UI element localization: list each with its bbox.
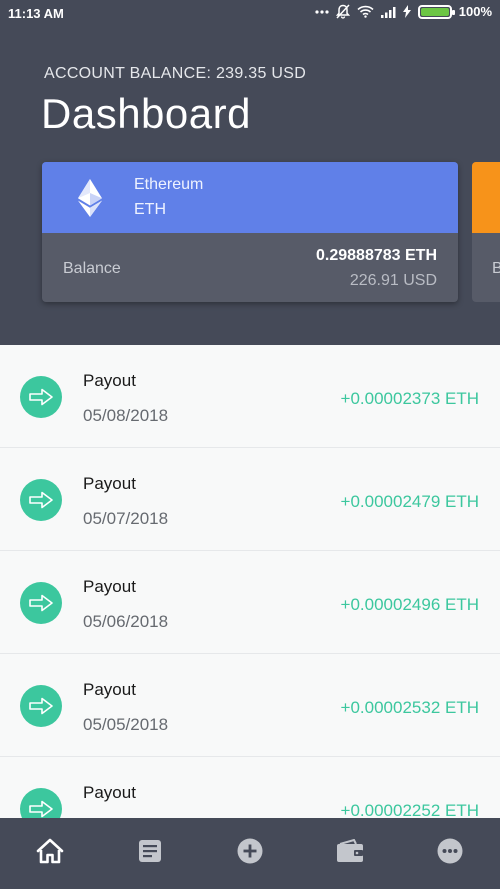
transaction-list[interactable]: Payout 05/08/2018 +0.00002373 ETH Payout… [0, 345, 500, 818]
wifi-icon [357, 5, 374, 18]
ethereum-icon [78, 179, 102, 222]
transaction-date: 05/06/2018 [83, 612, 169, 631]
status-time: 11:13 AM [8, 6, 64, 21]
add-circle-icon [237, 838, 263, 869]
nav-more[interactable] [400, 818, 500, 889]
silent-bell-icon [335, 4, 350, 19]
status-icons: 100% [315, 4, 492, 19]
transaction-date: 05/08/2018 [83, 406, 169, 425]
balance-label: Balance [63, 260, 121, 277]
wallet-card-next[interactable]: B [472, 162, 500, 302]
dashboard-header: ACCOUNT BALANCE: 239.35 USD Dashboard Et… [0, 26, 500, 345]
transaction-title: Payout [83, 680, 136, 699]
transaction-date: 05/05/2018 [83, 715, 169, 734]
incoming-arrow-icon [20, 685, 62, 727]
home-icon [36, 838, 64, 869]
transaction-amount: +0.00002479 ETH [340, 492, 479, 511]
wallet-card-next-header [472, 162, 500, 233]
balance-crypto: 0.29888783 ETH [316, 247, 437, 264]
incoming-arrow-icon [20, 479, 62, 521]
transaction-title: Payout [83, 783, 136, 802]
transaction-title: Payout [83, 474, 136, 493]
transaction-date: 05/07/2018 [83, 509, 169, 528]
document-icon [138, 839, 162, 868]
more-dots-icon [315, 9, 329, 15]
transaction-row[interactable]: Payout 05/08/2018 +0.00002373 ETH [0, 345, 500, 448]
signal-icon [380, 6, 396, 18]
nav-wallet[interactable] [300, 818, 400, 889]
battery-percent: 100% [458, 4, 492, 19]
transaction-row[interactable]: Payout 05/07/2018 +0.00002479 ETH [0, 448, 500, 551]
incoming-arrow-icon [20, 788, 62, 818]
transaction-amount: +0.00002373 ETH [340, 389, 479, 408]
coin-symbol: ETH [134, 201, 166, 218]
nav-home[interactable] [0, 818, 100, 889]
coin-name: Ethereum [134, 176, 204, 193]
incoming-arrow-icon [20, 376, 62, 418]
page-title: Dashboard [41, 90, 251, 137]
transaction-amount: +0.00002252 ETH [340, 801, 479, 818]
transaction-row[interactable]: Payout 05/06/2018 +0.00002496 ETH [0, 551, 500, 654]
transaction-row[interactable]: Payout 05/05/2018 +0.00002532 ETH [0, 654, 500, 757]
transaction-row[interactable]: Payout +0.00002252 ETH [0, 757, 500, 818]
transaction-title: Payout [83, 577, 136, 596]
wallet-card-header: Ethereum ETH [42, 162, 458, 233]
wallet-card-ethereum[interactable]: Ethereum ETH Balance 0.29888783 ETH 226.… [42, 162, 458, 302]
transaction-amount: +0.00002496 ETH [340, 595, 479, 614]
more-icon [437, 838, 463, 869]
wallet-icon [336, 838, 364, 868]
nav-add[interactable] [200, 818, 300, 889]
nav-transactions[interactable] [100, 818, 200, 889]
balance-fiat: 226.91 USD [349, 272, 437, 289]
transaction-amount: +0.00002532 ETH [340, 698, 479, 717]
charging-icon [402, 5, 411, 18]
battery-icon [417, 4, 455, 19]
incoming-arrow-icon [20, 582, 62, 624]
status-bar: 11:13 AM 100% [0, 0, 500, 26]
bottom-nav [0, 818, 500, 889]
account-balance: ACCOUNT BALANCE: 239.35 USD [44, 65, 307, 82]
transaction-title: Payout [83, 371, 136, 390]
next-card-balance-label: B [492, 260, 500, 277]
